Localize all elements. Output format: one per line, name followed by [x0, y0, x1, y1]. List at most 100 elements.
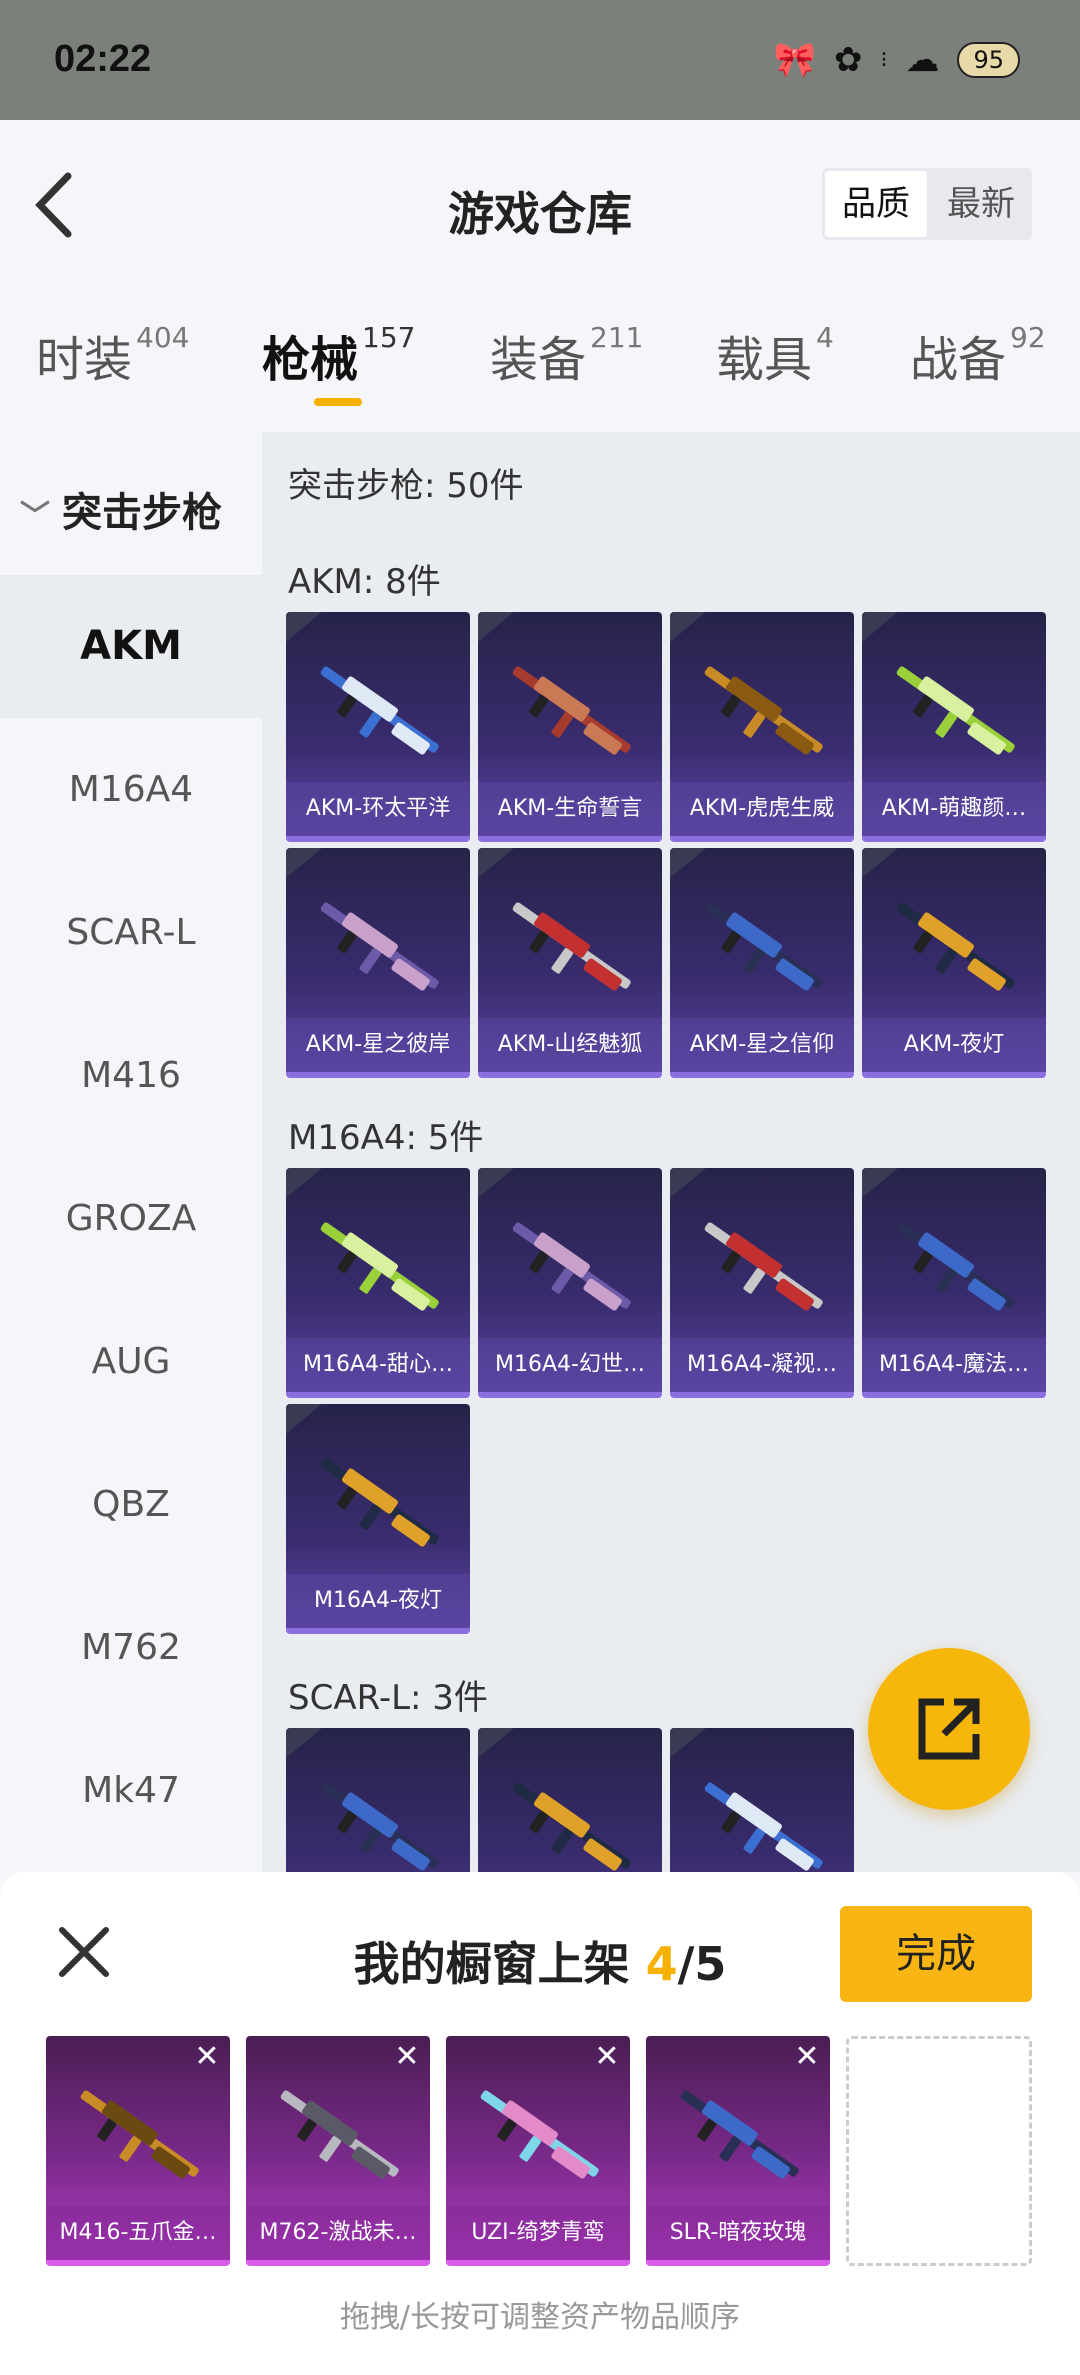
weapon-card[interactable] [286, 1728, 470, 1872]
battery-indicator: 95 [957, 42, 1020, 78]
weapon-card[interactable]: M16A4-甜心… [286, 1168, 470, 1398]
weapon-image [304, 1444, 452, 1564]
tab-weapons[interactable]: 枪械 157 [262, 320, 415, 390]
weapon-name: M16A4-甜心… [286, 1338, 470, 1392]
weapon-card[interactable]: AKM-虎虎生威 [670, 612, 854, 842]
weapon-image [304, 652, 452, 772]
tab-vehicles[interactable]: 载具 4 [716, 320, 834, 390]
sidebar-item-groza[interactable]: GROZA [0, 1147, 262, 1290]
weapon-sidebar: ﹀ 突击步枪 AKM M16A4 SCAR-L M416 GROZA AUG QB… [0, 432, 262, 1872]
showcase-slot[interactable]: ✕ M762-激战未… [246, 2036, 430, 2266]
slot-weapon-name: SLR-暗夜玫瑰 [646, 2206, 830, 2260]
sidebar-item-aug[interactable]: AUG [0, 1290, 262, 1433]
weapon-card[interactable] [670, 1728, 854, 1872]
signal-icon: ⁝ [880, 47, 888, 73]
weapon-name: M16A4-幻世… [478, 1338, 662, 1392]
sidebar-item-m16a4[interactable]: M16A4 [0, 718, 262, 861]
weapon-card[interactable]: AKM-环太平洋 [286, 612, 470, 842]
showcase-count: 4 [645, 1937, 678, 1991]
check-icon [670, 848, 706, 878]
app-icon: ✿ [833, 40, 863, 80]
tab-supplies[interactable]: 战备 92 [910, 320, 1046, 390]
weapon-name: AKM-虎虎生威 [670, 782, 854, 836]
group-title-scar-l: SCAR-L: 3件 [288, 1678, 488, 1718]
weapon-name: AKM-萌趣颜… [862, 782, 1046, 836]
weapon-image [304, 1768, 452, 1872]
empty-slot[interactable] [846, 2036, 1032, 2266]
weapon-image [496, 1208, 644, 1328]
check-icon [286, 1728, 322, 1758]
weapon-card[interactable]: M16A4-幻世… [478, 1168, 662, 1398]
sort-toggle: 品质 最新 [822, 168, 1032, 240]
showcase-panel: 我的橱窗上架 4/5 完成 ✕ M416-五爪金… ✕ M762-激战未… ✕ UZI-绮… [0, 1872, 1080, 2375]
weapon-image [880, 652, 1028, 772]
tab-fashion[interactable]: 时装 404 [36, 320, 189, 390]
sidebar-category[interactable]: ﹀ 突击步枪 [20, 480, 222, 538]
done-button[interactable]: 完成 [840, 1906, 1032, 2002]
sort-latest-button[interactable]: 最新 [930, 171, 1032, 237]
sidebar-item-m762[interactable]: M762 [0, 1576, 262, 1719]
status-icons: 🎀 ✿ ⁝ ☁ 95 [774, 40, 1020, 80]
check-icon [862, 1168, 898, 1198]
header: 游戏仓库 品质 最新 [0, 120, 1080, 290]
weapon-image [64, 2076, 212, 2196]
weapon-card[interactable]: AKM-星之彼岸 [286, 848, 470, 1078]
weapon-name: AKM-山经魅狐 [478, 1018, 662, 1072]
sidebar-item-qbz[interactable]: QBZ [0, 1433, 262, 1576]
showcase-slot[interactable]: ✕ M416-五爪金… [46, 2036, 230, 2266]
weapon-card[interactable] [478, 1728, 662, 1872]
status-time: 02:22 [54, 38, 152, 80]
check-icon [862, 848, 898, 878]
check-icon [670, 612, 706, 642]
share-button[interactable] [868, 1648, 1030, 1810]
remove-icon[interactable]: ✕ [792, 2042, 822, 2072]
check-icon [286, 848, 322, 878]
weapon-card[interactable]: AKM-星之信仰 [670, 848, 854, 1078]
bow-icon: 🎀 [773, 40, 816, 80]
group-title-akm: AKM: 8件 [288, 562, 441, 602]
weapon-card[interactable]: M16A4-魔法… [862, 1168, 1046, 1398]
tab-equipment[interactable]: 装备 211 [490, 320, 643, 390]
showcase-slot[interactable]: ✕ SLR-暗夜玫瑰 [646, 2036, 830, 2266]
weapon-image [688, 1208, 836, 1328]
check-icon [286, 1404, 322, 1434]
remove-icon[interactable]: ✕ [392, 2042, 422, 2072]
check-icon [478, 1168, 514, 1198]
weapon-image [496, 1768, 644, 1872]
chevron-down-icon: ﹀ [20, 499, 50, 534]
showcase-slot[interactable]: ✕ UZI-绮梦青鸾 [446, 2036, 630, 2266]
weapon-image [304, 888, 452, 1008]
weapon-card[interactable]: AKM-山经魅狐 [478, 848, 662, 1078]
weapon-image [880, 888, 1028, 1008]
sidebar-item-mk47[interactable]: Mk47 [0, 1719, 262, 1862]
summary-count: 突击步枪: 50件 [288, 466, 524, 506]
weapon-image [688, 888, 836, 1008]
wifi-icon: ☁ [905, 40, 940, 80]
sidebar-item-scar-l[interactable]: SCAR-L [0, 861, 262, 1004]
weapon-name: AKM-星之彼岸 [286, 1018, 470, 1072]
slot-weapon-name: M416-五爪金… [46, 2206, 230, 2260]
sidebar-item-m416[interactable]: M416 [0, 1004, 262, 1147]
sort-quality-button[interactable]: 品质 [825, 171, 927, 237]
weapon-image [304, 1208, 452, 1328]
share-icon [918, 1698, 980, 1760]
sidebar-item-akm[interactable]: AKM [0, 575, 262, 718]
weapon-card[interactable]: AKM-生命誓言 [478, 612, 662, 842]
weapon-name: AKM-星之信仰 [670, 1018, 854, 1072]
weapon-image [496, 652, 644, 772]
reorder-hint: 拖拽/长按可调整资产物品顺序 [339, 2300, 741, 2335]
weapon-card[interactable]: AKM-夜灯 [862, 848, 1046, 1078]
check-icon [670, 1728, 706, 1758]
check-icon [286, 1168, 322, 1198]
weapon-card[interactable]: M16A4-夜灯 [286, 1404, 470, 1634]
weapon-name: AKM-夜灯 [862, 1018, 1046, 1072]
weapon-name: M16A4-凝视… [670, 1338, 854, 1392]
check-icon [478, 1728, 514, 1758]
remove-icon[interactable]: ✕ [192, 2042, 222, 2072]
weapon-card[interactable]: M16A4-凝视… [670, 1168, 854, 1398]
weapon-image [880, 1208, 1028, 1328]
remove-icon[interactable]: ✕ [592, 2042, 622, 2072]
weapon-image [496, 888, 644, 1008]
weapon-card[interactable]: AKM-萌趣颜… [862, 612, 1046, 842]
weapon-name: M16A4-魔法… [862, 1338, 1046, 1392]
